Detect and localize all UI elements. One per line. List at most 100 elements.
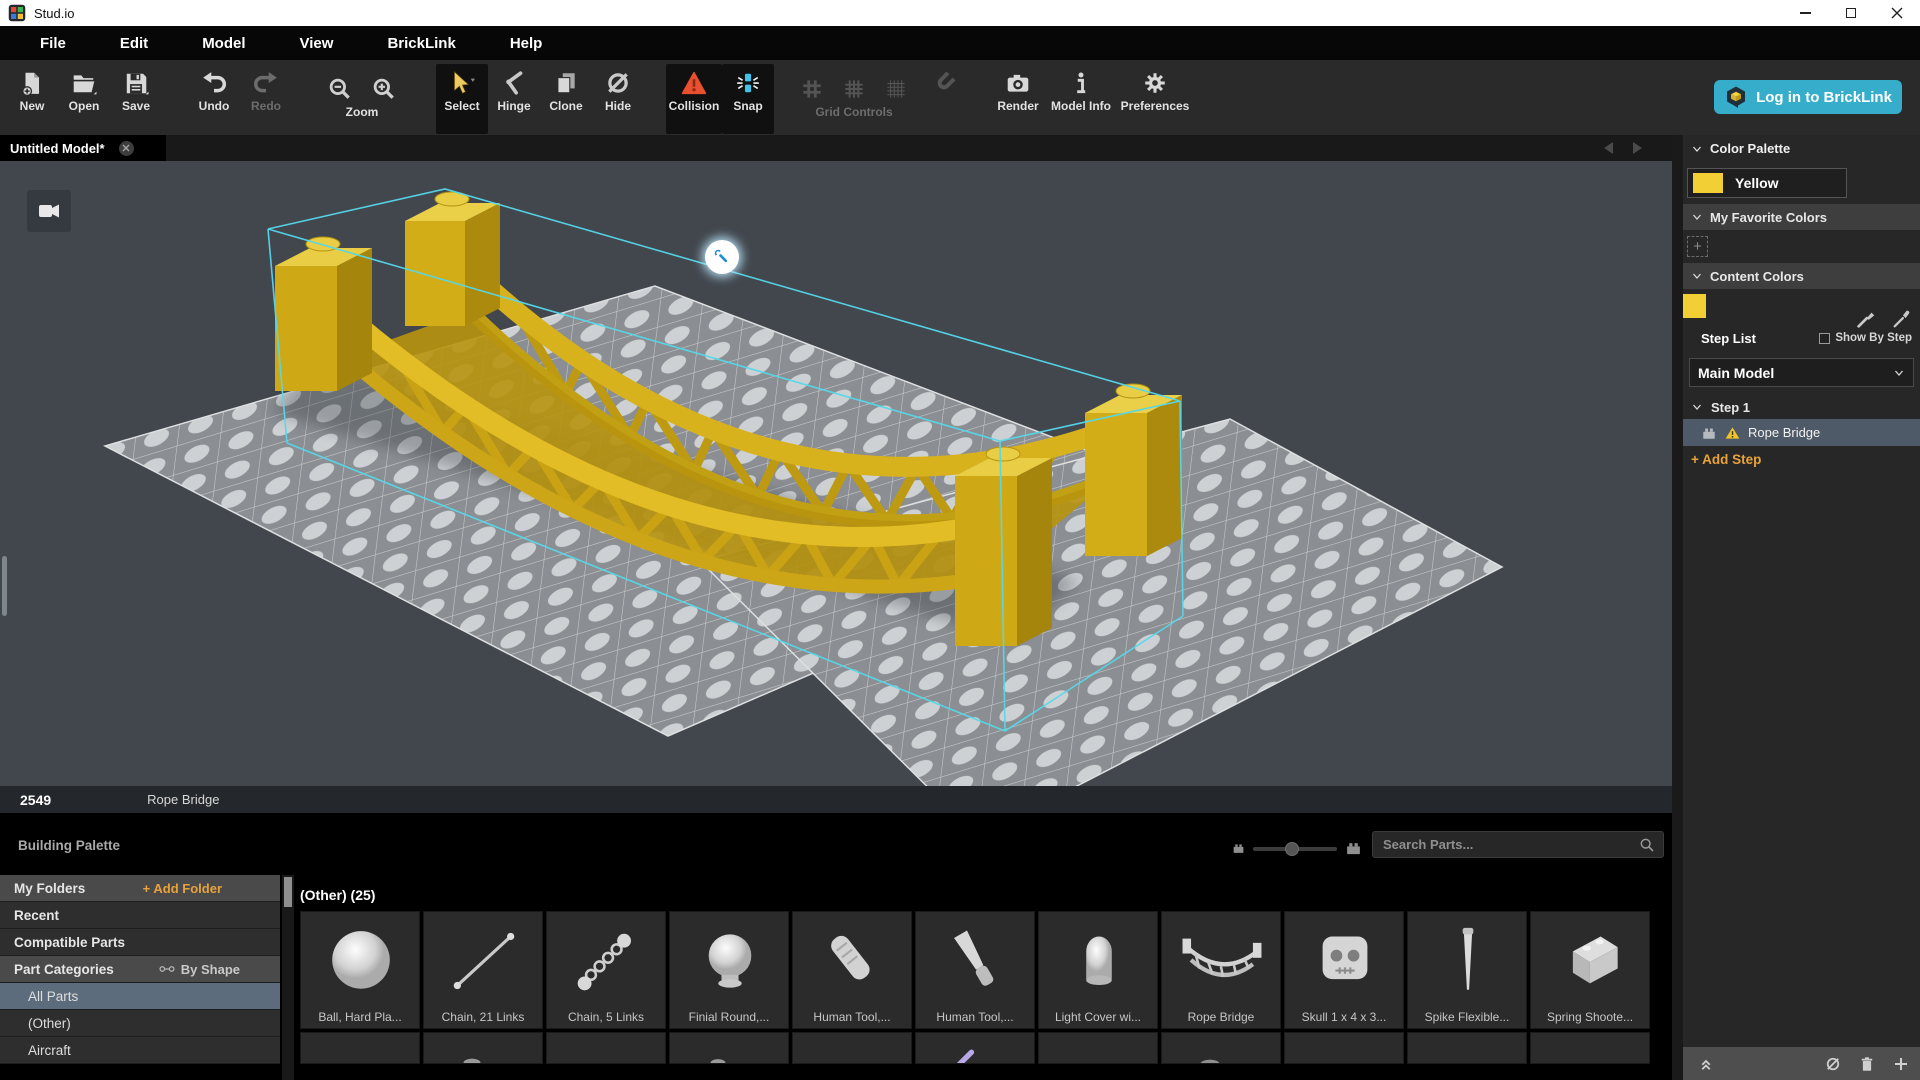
part-tile-hidden[interactable] (792, 1032, 912, 1064)
undo-button[interactable]: Undo (188, 64, 240, 134)
search-icon[interactable] (1639, 837, 1655, 853)
snap-toggle-button[interactable]: Snap (722, 64, 774, 134)
scene-3d (0, 161, 1672, 786)
part-tile-chain-5[interactable]: Chain, 5 Links (546, 911, 666, 1029)
part-tile-hidden[interactable] (669, 1032, 789, 1064)
zoom-in-icon[interactable] (371, 76, 397, 102)
open-button[interactable]: Open (58, 64, 110, 134)
paint-brush-icon[interactable] (1855, 308, 1877, 330)
category-other[interactable]: (Other) (0, 1010, 280, 1037)
viewport-3d[interactable] (0, 161, 1672, 786)
chain-21-part-thumbnail (436, 918, 532, 1004)
login-bricklink-button[interactable]: Log in to BrickLink (1714, 80, 1902, 114)
part-tile-rope-bridge[interactable]: Rope Bridge (1161, 911, 1281, 1029)
show-by-step-checkbox[interactable] (1819, 333, 1830, 344)
maximize-button[interactable] (1828, 0, 1874, 26)
app-icon (8, 4, 26, 22)
sidebar-my-folders[interactable]: My Folders + Add Folder (0, 875, 280, 902)
preferences-button[interactable]: Preferences (1116, 64, 1194, 134)
tab-untitled-model[interactable]: Untitled Model* (0, 135, 166, 161)
bridge-post-back-right (1085, 384, 1182, 556)
render-button[interactable]: Render (990, 64, 1046, 134)
select-tool-button[interactable]: Select (436, 64, 488, 134)
hinge-label: Hinge (497, 99, 530, 113)
part-tile-finial[interactable]: Finial Round,... (669, 911, 789, 1029)
part-tile-human-tool-2[interactable]: Human Tool,... (915, 911, 1035, 1029)
collision-toggle-button[interactable]: Collision (666, 64, 722, 134)
part-tile-hidden[interactable] (1530, 1032, 1650, 1064)
connection-tool-badge[interactable] (705, 240, 739, 274)
content-colors-header[interactable]: Content Colors (1683, 263, 1920, 289)
select-cursor-icon (449, 70, 475, 96)
menu-file[interactable]: File (24, 35, 82, 52)
main-toolbar: New Open Save Undo Redo (0, 60, 1920, 135)
menu-model[interactable]: Model (186, 35, 261, 52)
menu-help[interactable]: Help (494, 35, 559, 52)
hide-step-icon[interactable] (1824, 1055, 1842, 1073)
hide-tool-button[interactable]: Hide (592, 64, 644, 134)
show-by-step-toggle[interactable]: Show By Step (1819, 332, 1912, 344)
part-tile-spring-shooter[interactable]: Spring Shoote... (1530, 911, 1650, 1029)
part-tile-skull[interactable]: Skull 1 x 4 x 3... (1284, 911, 1404, 1029)
part-tile-hidden[interactable] (300, 1032, 420, 1064)
model-dropdown[interactable]: Main Model (1689, 358, 1914, 387)
history-forward-icon[interactable] (1633, 142, 1642, 154)
add-step-button[interactable]: + Add Step (1683, 452, 1920, 467)
zoom-button[interactable]: Zoom (314, 64, 410, 134)
tab-close-button[interactable] (119, 141, 134, 156)
my-favorite-colors-header[interactable]: My Favorite Colors (1683, 204, 1920, 230)
color-palette-header[interactable]: Color Palette (1683, 135, 1920, 162)
add-folder-button[interactable]: + Add Folder (143, 881, 222, 896)
small-brick-icon (1232, 842, 1245, 855)
model-info-label: Model Info (1051, 99, 1111, 113)
menu-edit[interactable]: Edit (104, 35, 164, 52)
sidebar-part-categories[interactable]: Part Categories By Shape (0, 956, 280, 983)
camera-view-button[interactable] (27, 190, 71, 232)
menu-bricklink[interactable]: BrickLink (371, 35, 471, 52)
part-tile-hidden[interactable] (546, 1032, 666, 1064)
part-tile-light-cover[interactable]: Light Cover wi... (1038, 911, 1158, 1029)
current-color-box[interactable]: Yellow (1687, 168, 1847, 198)
by-shape-toggle[interactable]: By Shape (159, 962, 240, 977)
part-tile-hidden[interactable] (423, 1032, 543, 1064)
sidebar-recent[interactable]: Recent (0, 902, 280, 929)
history-back-icon[interactable] (1604, 142, 1613, 154)
part-tile-chain-21[interactable]: Chain, 21 Links (423, 911, 543, 1029)
add-favorite-color-button[interactable]: + (1687, 236, 1708, 257)
search-parts-input[interactable] (1373, 837, 1639, 852)
human-tool-part-thumbnail (805, 918, 901, 1004)
minimize-button[interactable] (1782, 0, 1828, 26)
part-tile-human-tool-1[interactable]: Human Tool,... (792, 911, 912, 1029)
sidebar-compatible-parts[interactable]: Compatible Parts (0, 929, 280, 956)
hinge-tool-button[interactable]: Hinge (488, 64, 540, 134)
save-button[interactable]: Save (110, 64, 162, 134)
zoom-out-icon[interactable] (327, 76, 353, 102)
slider-knob[interactable] (1285, 842, 1299, 856)
part-tile-hidden[interactable] (915, 1032, 1035, 1064)
add-step-plus-icon[interactable] (1892, 1055, 1910, 1073)
part-tile-hidden[interactable] (1284, 1032, 1404, 1064)
step-item-rope-bridge[interactable]: Rope Bridge (1683, 419, 1920, 446)
part-top-hint (670, 1033, 766, 1064)
new-button[interactable]: New (6, 64, 58, 134)
eyedropper-icon[interactable] (1891, 308, 1913, 330)
model-info-button[interactable]: Model Info (1046, 64, 1116, 134)
sidebar-scrollbar[interactable] (282, 875, 294, 1080)
part-tile-hidden[interactable] (1038, 1032, 1158, 1064)
search-parts-box (1372, 831, 1664, 858)
category-aircraft[interactable]: Aircraft (0, 1037, 280, 1064)
part-tile-ball[interactable]: Ball, Hard Pla... (300, 911, 420, 1029)
category-all-parts[interactable]: All Parts (0, 983, 280, 1010)
close-button[interactable] (1874, 0, 1920, 26)
content-color-yellow-swatch[interactable] (1683, 294, 1706, 318)
part-tile-hidden[interactable] (1161, 1032, 1281, 1064)
part-tile-hidden[interactable] (1407, 1032, 1527, 1064)
delete-step-icon[interactable] (1858, 1055, 1876, 1073)
menu-view[interactable]: View (284, 35, 350, 52)
thumbnail-size-slider[interactable] (1232, 840, 1362, 857)
collapse-all-icon[interactable] (1697, 1055, 1715, 1073)
slider-track[interactable] (1253, 847, 1337, 851)
part-tile-spike[interactable]: Spike Flexible... (1407, 911, 1527, 1029)
clone-tool-button[interactable]: Clone (540, 64, 592, 134)
step-1-header[interactable]: Step 1 (1683, 395, 1920, 419)
